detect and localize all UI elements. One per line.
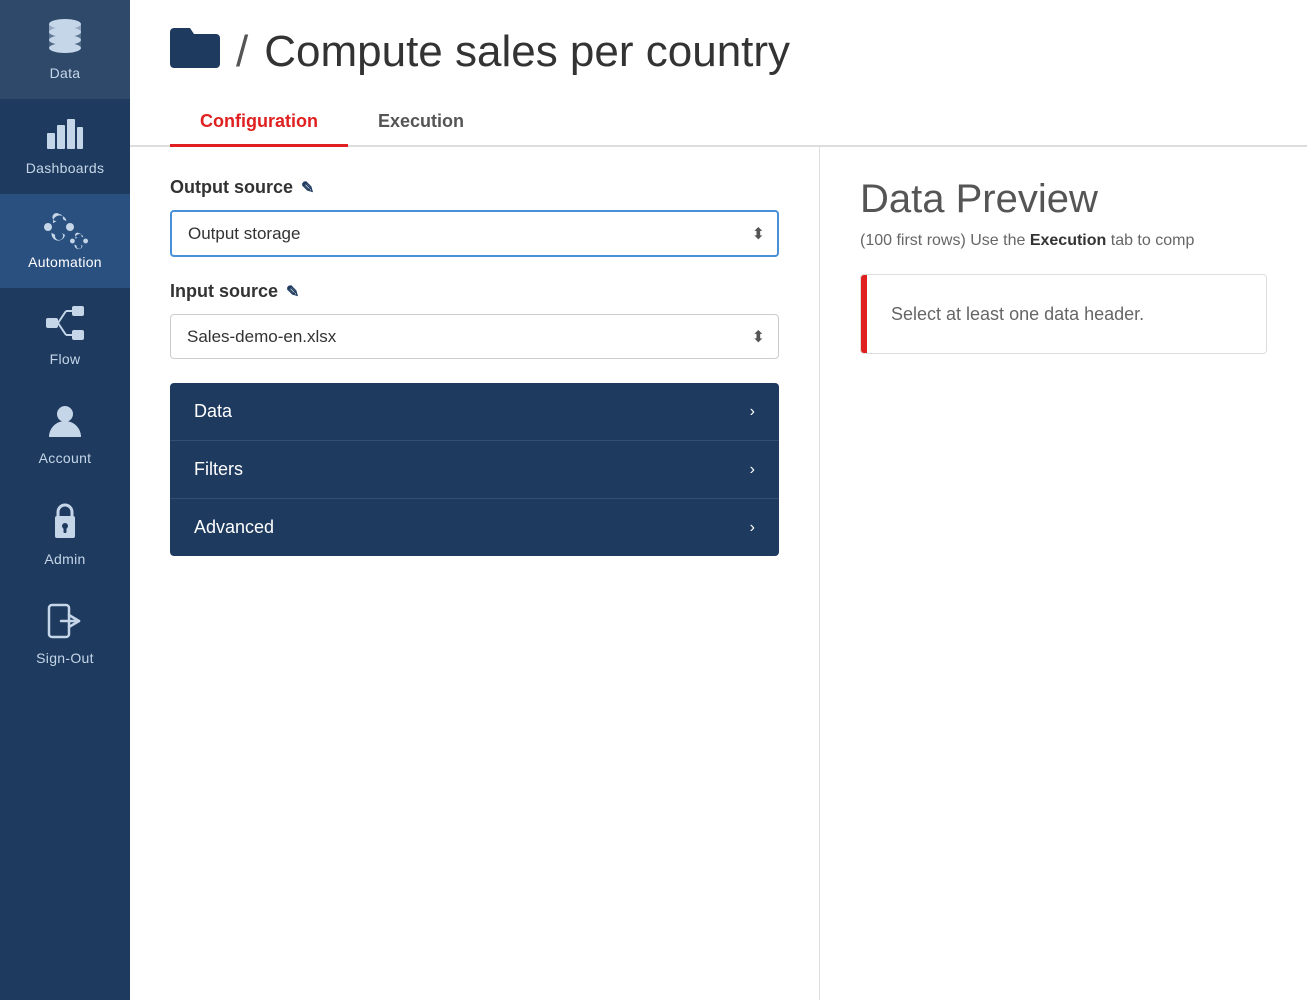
accordion-item-data[interactable]: Data › [170,383,779,441]
sidebar: Data Dashboards Automation [0,0,130,1000]
sidebar-item-dashboards-label: Dashboards [26,160,105,176]
automation-icon [44,212,86,248]
sidebar-item-admin-label: Admin [44,551,85,567]
sidebar-item-signout[interactable]: Sign-Out [0,585,130,684]
content-area: Output source ✎ Output storage ⬍ Input s… [130,147,1307,1000]
accordion-item-filters[interactable]: Filters › [170,441,779,499]
input-source-label: Input source ✎ [170,281,779,302]
output-source-select[interactable]: Output storage [170,210,779,257]
flow-icon [46,306,84,345]
accordion-filters-chevron-icon: › [750,461,755,479]
sidebar-item-data[interactable]: Data [0,0,130,99]
main-content: / Compute sales per country Configuratio… [130,0,1307,1000]
left-panel: Output source ✎ Output storage ⬍ Input s… [130,147,820,1000]
alert-message: Select at least one data header. [867,275,1168,353]
sidebar-item-flow[interactable]: Flow [0,288,130,385]
sidebar-item-signout-label: Sign-Out [36,650,94,666]
data-icon [46,18,84,59]
accordion-data-chevron-icon: › [750,403,755,421]
preview-subtitle: (100 first rows) Use the Execution tab t… [860,232,1267,250]
sidebar-item-admin[interactable]: Admin [0,484,130,585]
input-source-wrapper: Sales-demo-en.xlsx ⬍ [170,314,779,359]
sidebar-item-account[interactable]: Account [0,385,130,484]
tab-bar: Configuration Execution [130,99,1307,147]
page-header: / Compute sales per country [130,0,1307,79]
sidebar-item-dashboards[interactable]: Dashboards [0,99,130,194]
signout-icon [47,603,83,644]
accordion-advanced-label: Advanced [194,517,274,538]
input-source-select[interactable]: Sales-demo-en.xlsx [170,314,779,359]
folder-icon [170,24,220,79]
admin-icon [48,502,82,545]
sidebar-item-flow-label: Flow [50,351,81,367]
tab-execution[interactable]: Execution [348,99,494,147]
right-panel: Data Preview (100 first rows) Use the Ex… [820,147,1307,1000]
account-icon [48,403,82,444]
output-source-label: Output source ✎ [170,177,779,198]
preview-title: Data Preview [860,177,1267,222]
output-source-wrapper: Output storage ⬍ [170,210,779,257]
alert-box: Select at least one data header. [860,274,1267,354]
accordion-advanced-chevron-icon: › [750,519,755,537]
breadcrumb-separator: / [236,27,248,77]
output-source-edit-icon[interactable]: ✎ [301,178,314,198]
sidebar-item-automation-label: Automation [28,254,102,270]
accordion-menu: Data › Filters › Advanced › [170,383,779,556]
accordion-data-label: Data [194,401,232,422]
accordion-filters-label: Filters [194,459,243,480]
sidebar-item-account-label: Account [39,450,92,466]
dashboards-icon [47,117,83,154]
sidebar-item-automation[interactable]: Automation [0,194,130,288]
tab-configuration[interactable]: Configuration [170,99,348,147]
sidebar-item-data-label: Data [50,65,81,81]
input-source-edit-icon[interactable]: ✎ [286,282,299,302]
accordion-item-advanced[interactable]: Advanced › [170,499,779,556]
page-title: Compute sales per country [264,27,790,77]
